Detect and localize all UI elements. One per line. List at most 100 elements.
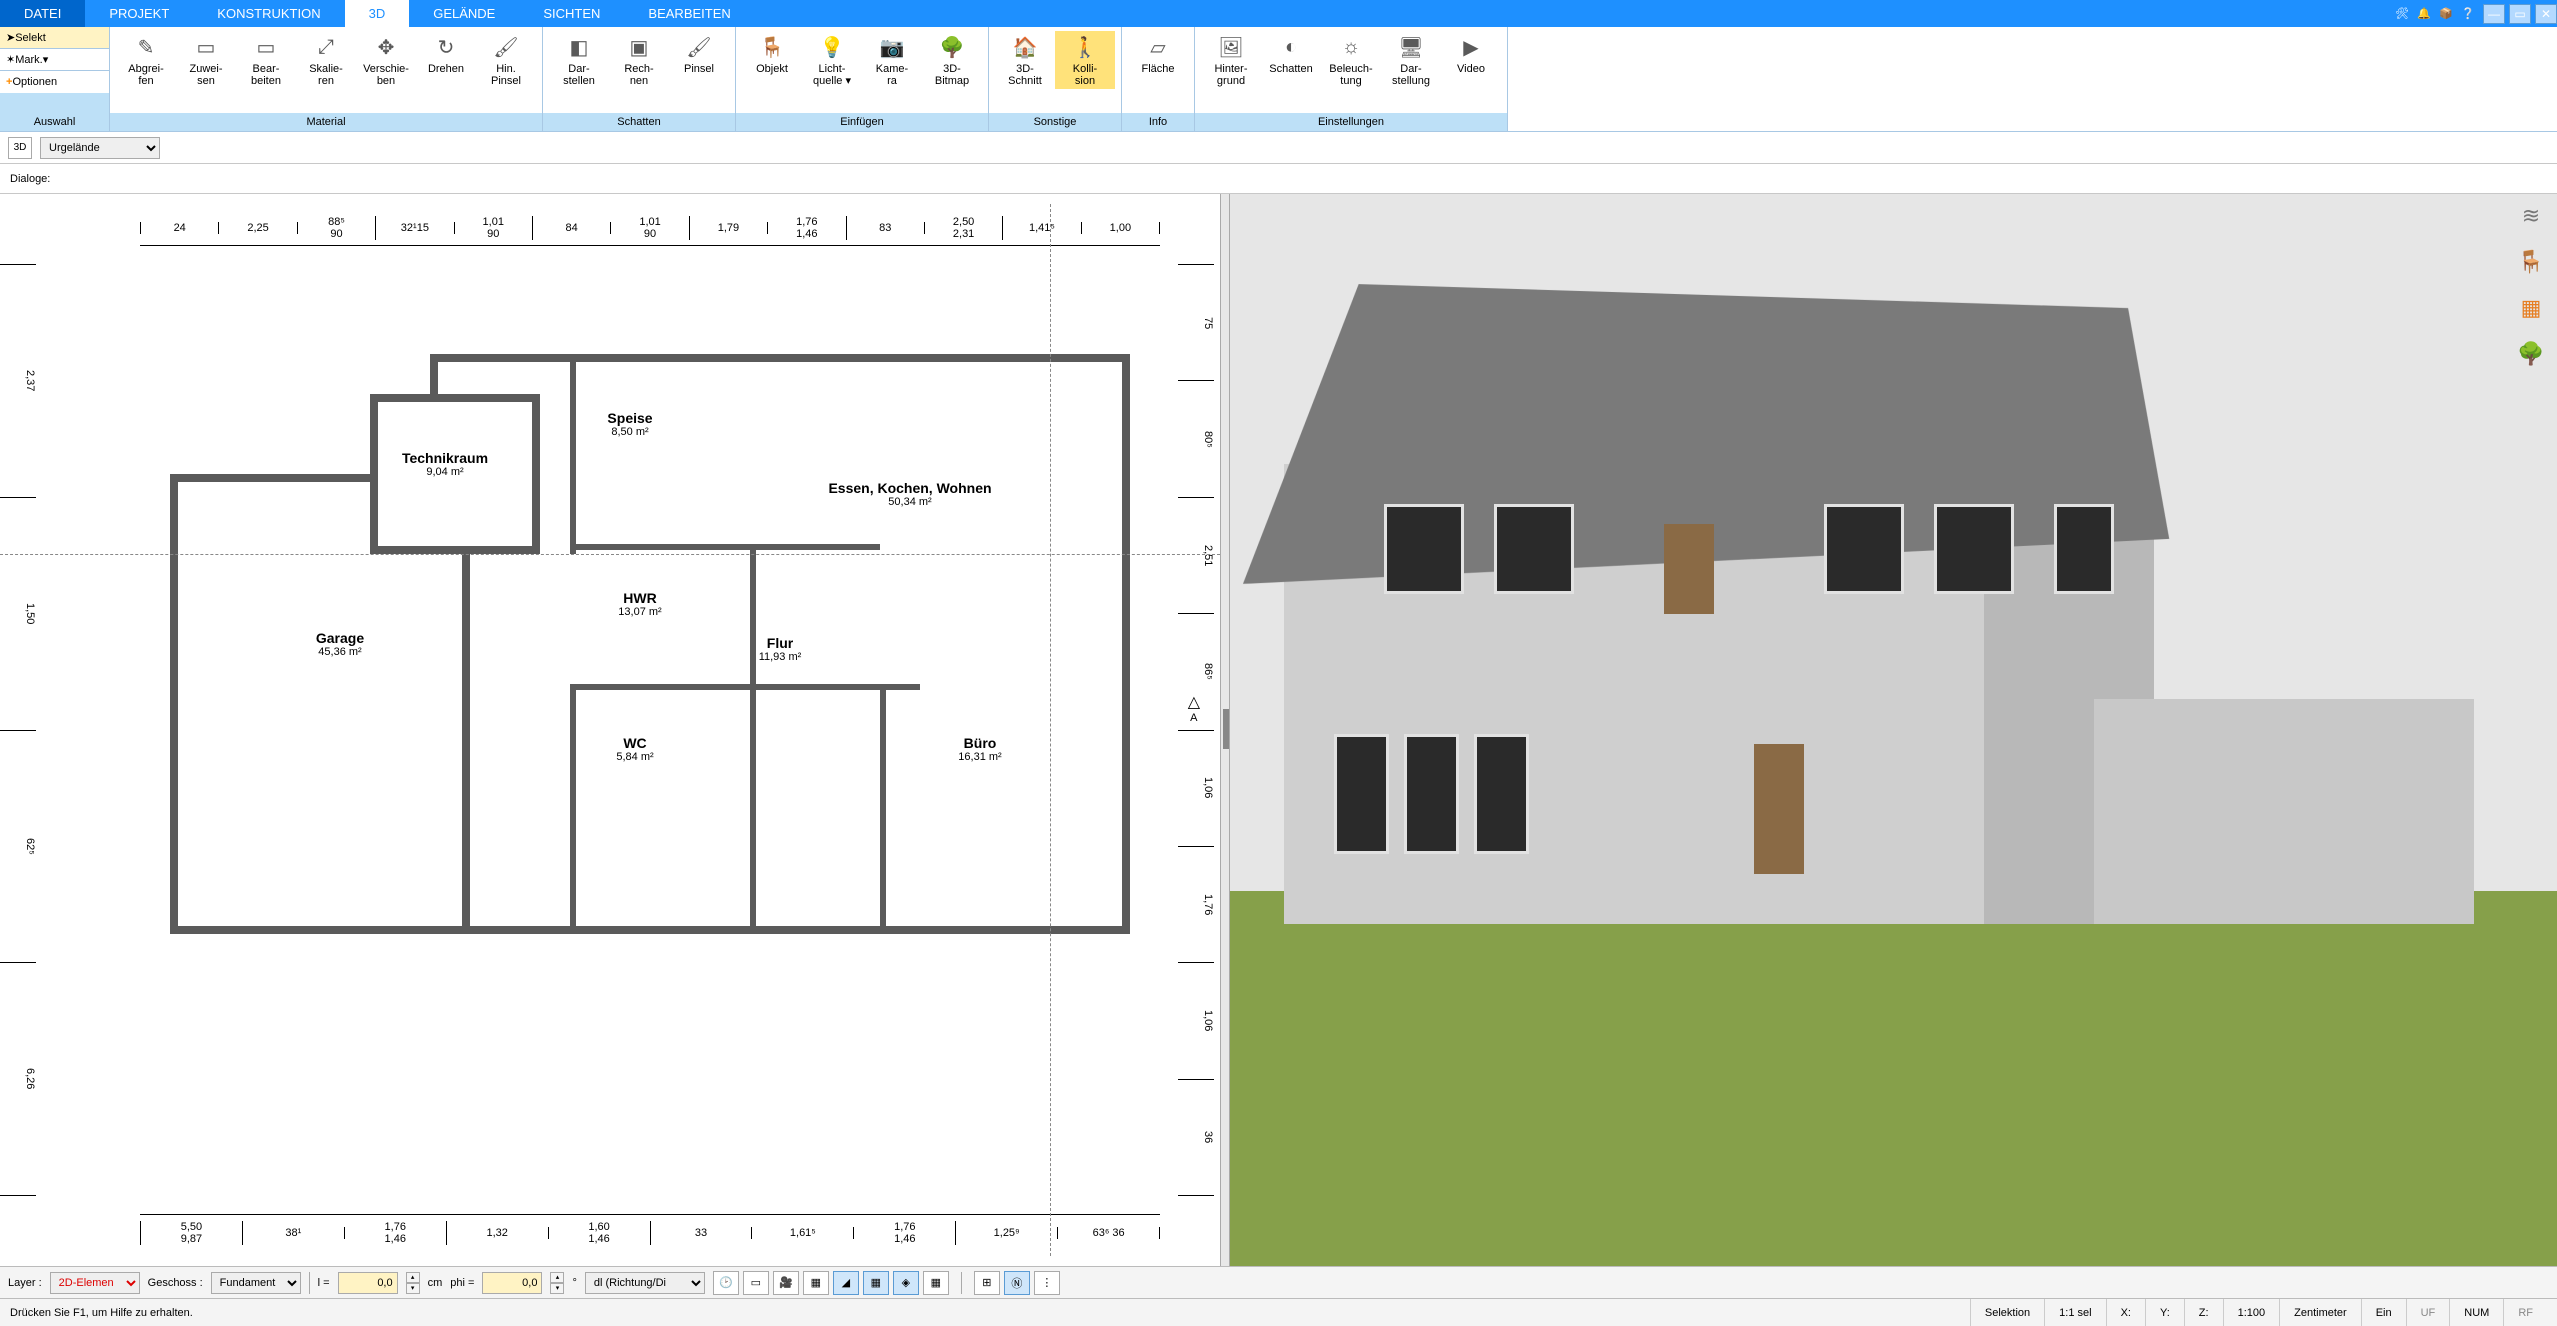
menu-tab-gelände[interactable]: GELÄNDE <box>409 0 519 27</box>
right-tool-2[interactable]: ▦ <box>2515 292 2547 324</box>
menu-tab-konstruktion[interactable]: KONSTRUKTION <box>193 0 344 27</box>
length-spinner[interactable]: ▴▾ <box>406 1272 420 1294</box>
ribbon-btn[interactable]: 🚶Kolli-sion <box>1055 31 1115 89</box>
ribbon-btn-label: Fläche <box>1141 63 1174 75</box>
main-area: 242,2588⁵9032¹151,0190841,01901,791,761,… <box>0 194 2557 1266</box>
bottom-tool-2[interactable]: 🎥 <box>773 1271 799 1295</box>
ribbon-btn[interactable]: ▶Video <box>1441 31 1501 77</box>
geschoss-select[interactable]: Fundament <box>211 1272 301 1294</box>
dim-segment: 1,32 <box>447 1227 549 1239</box>
ribbon-btn[interactable]: 🖌Pinsel <box>669 31 729 77</box>
ribbon-btn[interactable]: ◧Dar-stellen <box>549 31 609 89</box>
bottom-tool-7[interactable]: ▦ <box>923 1271 949 1295</box>
pane-splitter[interactable] <box>1220 194 1230 1266</box>
pane-3d-view[interactable] <box>1230 194 2557 1266</box>
ribbon-icon: ▶ <box>1457 33 1485 61</box>
ribbon-btn-label: Objekt <box>756 63 788 75</box>
bottom-tool2-2[interactable]: ⋮ <box>1034 1271 1060 1295</box>
bottom-tool2-1[interactable]: Ⓝ <box>1004 1271 1030 1295</box>
room-label: Garage45,36 m² <box>316 630 364 658</box>
pane-2d-floorplan[interactable]: 242,2588⁵9032¹151,0190841,01901,791,761,… <box>0 194 1220 1266</box>
ribbon-btn[interactable]: 🖌Hin.Pinsel <box>476 31 536 89</box>
dim-segment: 2,25 <box>219 222 297 234</box>
ribbon-btn[interactable]: ▱Fläche <box>1128 31 1188 77</box>
ribbon-icon: 🪑 <box>758 33 786 61</box>
ribbon-btn-label: 3D-Bitmap <box>935 63 969 87</box>
bottom-tool-5[interactable]: ▦ <box>863 1271 889 1295</box>
ribbon-group-info: ▱FlächeInfo <box>1122 27 1195 131</box>
ribbon-btn[interactable]: 🏠3D-Schnitt <box>995 31 1055 89</box>
ribbon-btn[interactable]: ☼Beleuch-tung <box>1321 31 1381 89</box>
layer-select[interactable]: 2D-Elemen <box>50 1272 140 1294</box>
ribbon-group-footer: Sonstige <box>989 113 1121 131</box>
ribbon-btn-label: Kolli-sion <box>1073 63 1097 87</box>
dim-segment: 6,26 <box>0 963 36 1196</box>
ribbon-btn[interactable]: ▭Zuwei-sen <box>176 31 236 89</box>
ribbon-btn[interactable]: ▭Bear-beiten <box>236 31 296 89</box>
ribbon-btn[interactable]: 📷Kame-ra <box>862 31 922 89</box>
bottom-tool-3[interactable]: ▦ <box>803 1271 829 1295</box>
ribbon-btn[interactable]: ✎Abgrei-fen <box>116 31 176 89</box>
ribbon-btn[interactable]: ↻Drehen <box>416 31 476 77</box>
minimize-button[interactable]: — <box>2483 4 2505 24</box>
pkg-icon[interactable]: 📦 <box>2435 3 2457 25</box>
ribbon-btn[interactable]: ▣Rech-nen <box>609 31 669 89</box>
dialoge-label: Dialoge: <box>10 173 50 185</box>
right-tool-3[interactable]: 🌳 <box>2515 338 2547 370</box>
phi-spinner[interactable]: ▴▾ <box>550 1272 564 1294</box>
ribbon-btn-label: Pinsel <box>684 63 714 75</box>
ribbon-btn[interactable]: 🌳3D-Bitmap <box>922 31 982 89</box>
phi-input[interactable] <box>482 1272 542 1294</box>
selekt-button[interactable]: ➤Selekt <box>0 27 109 49</box>
bottom-tool2-0[interactable]: ⊞ <box>974 1271 1000 1295</box>
window-3d <box>2054 504 2114 594</box>
ribbon-btn-label: Beleuch-tung <box>1329 63 1372 87</box>
ribbon-btn[interactable]: ◐Schatten <box>1261 31 1321 77</box>
ribbon-btn-label: Zuwei-sen <box>189 63 222 87</box>
menu-tab-sichten[interactable]: SICHTEN <box>519 0 624 27</box>
maximize-button[interactable]: ▭ <box>2509 4 2531 24</box>
close-button[interactable]: ✕ <box>2535 4 2557 24</box>
status-scale: 1:100 <box>2223 1299 2280 1326</box>
dl-select[interactable]: dl (Richtung/Di <box>585 1272 705 1294</box>
ribbon-btn[interactable]: 🖼Hinter-grund <box>1201 31 1261 89</box>
status-z: Z: <box>2184 1299 2223 1326</box>
wall-int5 <box>880 684 886 934</box>
phi-unit: ° <box>572 1277 576 1289</box>
dim-segment: 1,06 <box>1178 731 1214 847</box>
dim-segment: 1,79 <box>690 222 768 234</box>
menu-tab-3d[interactable]: 3D <box>345 0 410 27</box>
bottom-tool-1[interactable]: ▭ <box>743 1271 769 1295</box>
right-tool-0[interactable]: ≋ <box>2515 200 2547 232</box>
length-input[interactable] <box>338 1272 398 1294</box>
ribbon-btn[interactable]: 💡Licht-quelle ▾ <box>802 31 862 89</box>
ribbon-btn[interactable]: 🖥Dar-stellung <box>1381 31 1441 89</box>
ribbon-btn[interactable]: ⤢Skalie-ren <box>296 31 356 89</box>
right-tool-1[interactable]: 🪑 <box>2515 246 2547 278</box>
ribbon-btn[interactable]: 🪑 Objekt <box>742 31 802 77</box>
tools-icon[interactable]: 🛠 <box>2391 3 2413 25</box>
terrain-dropdown[interactable]: Urgelände <box>40 137 160 159</box>
bottom-tool-4[interactable]: ◢ <box>833 1271 859 1295</box>
ribbon-btn[interactable]: ✥Verschie-ben <box>356 31 416 89</box>
status-num: NUM <box>2449 1299 2503 1326</box>
optionen-button[interactable]: +Optionen <box>0 71 109 93</box>
dim-segment: 80⁵ <box>1178 381 1214 497</box>
wall-int1 <box>570 354 576 554</box>
window-3d <box>1474 734 1529 854</box>
menu-tab-projekt[interactable]: PROJEKT <box>85 0 193 27</box>
room-label: Flur11,93 m² <box>759 635 802 663</box>
ribbon-btn-label: 3D-Schnitt <box>1008 63 1042 87</box>
secondary-bar: 3D Urgelände <box>0 132 2557 164</box>
ribbon-auswahl-group: ➤Selekt ✶Mark. ▾ +Optionen Auswahl <box>0 27 110 131</box>
ribbon-btn-label: Rech-nen <box>624 63 653 87</box>
menu-tab-bearbeiten[interactable]: BEARBEITEN <box>624 0 754 27</box>
menu-tab-datei[interactable]: DATEI <box>0 0 85 27</box>
help-icon[interactable]: ❔ <box>2457 3 2479 25</box>
window-3d <box>1824 504 1904 594</box>
bottom-tool-0[interactable]: 🕑 <box>713 1271 739 1295</box>
mark-button[interactable]: ✶Mark. ▾ <box>0 49 109 71</box>
bottom-tool-6[interactable]: ◈ <box>893 1271 919 1295</box>
dim-segment: 5,509,87 <box>140 1221 243 1245</box>
notify-icon[interactable]: 🔔 <box>2413 3 2435 25</box>
